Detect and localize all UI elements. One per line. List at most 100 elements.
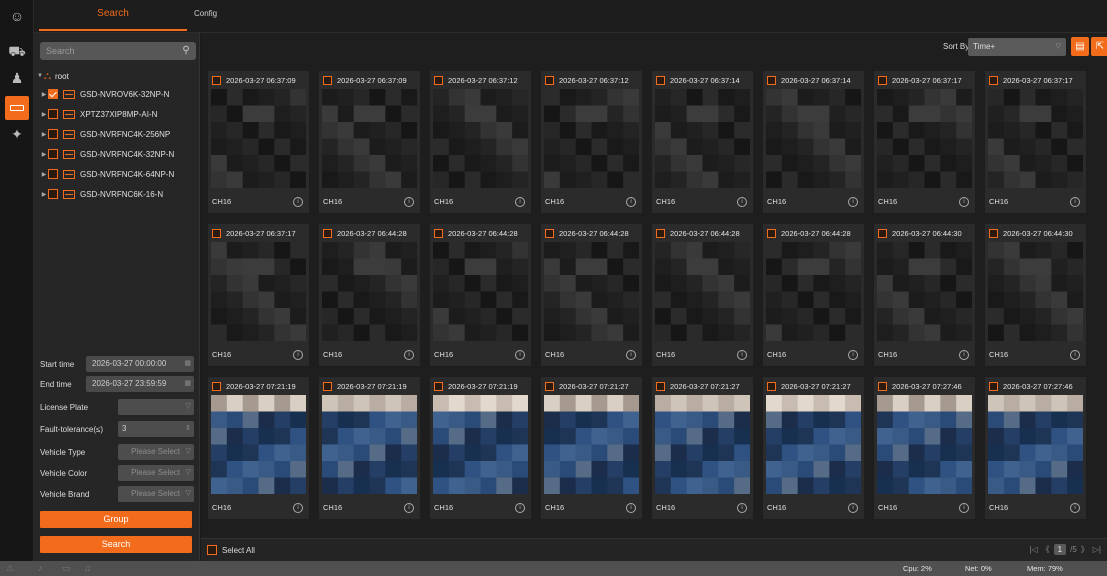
- tree-root[interactable]: ▼ ⛬ root: [36, 67, 69, 85]
- info-icon[interactable]: i: [626, 350, 636, 360]
- result-card[interactable]: 2026-03-27 07:21:19 CH16 i: [208, 377, 309, 519]
- tree-device-item[interactable]: ▶ GSD-NVRFNC4K-64NP-N: [40, 165, 174, 183]
- color-select[interactable]: Please Select ▽: [118, 465, 194, 481]
- capture-thumbnail[interactable]: [877, 242, 972, 341]
- card-checkbox[interactable]: [434, 228, 443, 238]
- capture-thumbnail[interactable]: [211, 89, 306, 188]
- capture-thumbnail[interactable]: [433, 395, 528, 494]
- result-card[interactable]: 2026-03-27 07:21:27 CH16 i: [763, 377, 864, 519]
- info-icon[interactable]: i: [515, 197, 525, 207]
- fault-stepper[interactable]: 3 ⇕: [118, 421, 194, 437]
- info-icon[interactable]: i: [848, 503, 858, 513]
- tab-config[interactable]: Config: [194, 0, 217, 33]
- result-card[interactable]: 2026-03-27 06:37:17 CH16 i: [208, 224, 309, 366]
- card-checkbox[interactable]: [878, 75, 887, 85]
- search-button[interactable]: Search: [40, 536, 192, 553]
- tab-search[interactable]: Search: [39, 0, 187, 31]
- card-checkbox[interactable]: [212, 381, 221, 391]
- bell-icon[interactable]: ♫: [84, 563, 91, 573]
- card-checkbox[interactable]: [767, 75, 776, 85]
- device-checkbox[interactable]: [48, 129, 58, 139]
- result-card[interactable]: 2026-03-27 07:21:19 CH16 i: [430, 377, 531, 519]
- prev-page-icon[interactable]: 《: [1042, 544, 1050, 555]
- result-card[interactable]: 2026-03-27 07:21:27 CH16 i: [541, 377, 642, 519]
- card-checkbox[interactable]: [545, 75, 554, 85]
- expand-right-icon[interactable]: ▶: [40, 151, 48, 158]
- device-checkbox[interactable]: [48, 89, 58, 99]
- last-page-icon[interactable]: ▷|: [1093, 545, 1101, 554]
- export-icon[interactable]: ⇱: [1091, 37, 1107, 56]
- info-icon[interactable]: i: [1070, 350, 1080, 360]
- result-card[interactable]: 2026-03-27 07:21:19 CH16 i: [319, 377, 420, 519]
- capture-thumbnail[interactable]: [544, 89, 639, 188]
- info-icon[interactable]: i: [626, 503, 636, 513]
- capture-thumbnail[interactable]: [655, 242, 750, 341]
- plate-search-icon[interactable]: [5, 96, 29, 120]
- group-button[interactable]: Group: [40, 511, 192, 528]
- current-page[interactable]: 1: [1053, 544, 1067, 555]
- type-select[interactable]: Please Select ▽: [118, 444, 194, 460]
- info-icon[interactable]: i: [293, 197, 303, 207]
- expand-right-icon[interactable]: ▶: [40, 91, 48, 98]
- capture-thumbnail[interactable]: [433, 242, 528, 341]
- card-checkbox[interactable]: [212, 75, 221, 85]
- card-checkbox[interactable]: [989, 228, 998, 238]
- result-card[interactable]: 2026-03-27 07:21:27 CH16 i: [652, 377, 753, 519]
- card-checkbox[interactable]: [545, 381, 554, 391]
- capture-thumbnail[interactable]: [655, 395, 750, 494]
- info-icon[interactable]: i: [626, 197, 636, 207]
- tree-device-item[interactable]: ▶ GSD-NVRFNC4K-32NP-N: [40, 145, 174, 163]
- result-card[interactable]: 2026-03-27 06:37:12 CH16 i: [541, 71, 642, 213]
- card-checkbox[interactable]: [323, 381, 332, 391]
- expand-right-icon[interactable]: ▶: [40, 171, 48, 178]
- capture-thumbnail[interactable]: [877, 395, 972, 494]
- next-page-icon[interactable]: 》: [1081, 544, 1089, 555]
- card-checkbox[interactable]: [989, 381, 998, 391]
- select-all-checkbox[interactable]: [207, 545, 217, 555]
- select-all[interactable]: Select All: [207, 545, 255, 555]
- info-icon[interactable]: i: [959, 503, 969, 513]
- capture-thumbnail[interactable]: [211, 242, 306, 341]
- expand-right-icon[interactable]: ▶: [40, 131, 48, 138]
- card-checkbox[interactable]: [767, 381, 776, 391]
- person-icon[interactable]: ♟: [5, 66, 29, 90]
- result-card[interactable]: 2026-03-27 07:27:46 CH16 i: [874, 377, 975, 519]
- info-icon[interactable]: i: [737, 197, 747, 207]
- tree-device-item[interactable]: ▶ GSD-NVRFNC4K-256NP: [40, 125, 170, 143]
- card-checkbox[interactable]: [656, 228, 665, 238]
- info-icon[interactable]: i: [404, 197, 414, 207]
- result-card[interactable]: 2026-03-27 06:37:12 CH16 i: [430, 71, 531, 213]
- result-card[interactable]: 2026-03-27 06:37:09 CH16 i: [319, 71, 420, 213]
- card-checkbox[interactable]: [989, 75, 998, 85]
- info-icon[interactable]: i: [848, 350, 858, 360]
- info-icon[interactable]: i: [737, 503, 747, 513]
- vehicle-icon[interactable]: ⛟: [5, 40, 29, 64]
- expand-right-icon[interactable]: ▶: [40, 191, 48, 198]
- capture-thumbnail[interactable]: [766, 395, 861, 494]
- card-checkbox[interactable]: [323, 228, 332, 238]
- result-card[interactable]: 2026-03-27 06:37:14 CH16 i: [763, 71, 864, 213]
- capture-thumbnail[interactable]: [655, 89, 750, 188]
- card-checkbox[interactable]: [878, 228, 887, 238]
- result-card[interactable]: 2026-03-27 06:44:28 CH16 i: [541, 224, 642, 366]
- card-checkbox[interactable]: [545, 228, 554, 238]
- card-checkbox[interactable]: [767, 228, 776, 238]
- info-icon[interactable]: i: [959, 197, 969, 207]
- card-checkbox[interactable]: [656, 75, 665, 85]
- capture-thumbnail[interactable]: [877, 89, 972, 188]
- first-page-icon[interactable]: |◁: [1029, 545, 1037, 554]
- result-card[interactable]: 2026-03-27 06:44:28 CH16 i: [430, 224, 531, 366]
- result-card[interactable]: 2026-03-27 06:44:30 CH16 i: [874, 224, 975, 366]
- tree-device-item[interactable]: ▶ GSD-NVROV6K-32NP-N: [40, 85, 169, 103]
- info-icon[interactable]: i: [293, 503, 303, 513]
- capture-thumbnail[interactable]: [766, 242, 861, 341]
- result-card[interactable]: 2026-03-27 06:44:28 CH16 i: [763, 224, 864, 366]
- info-icon[interactable]: i: [737, 350, 747, 360]
- capture-thumbnail[interactable]: [766, 89, 861, 188]
- capture-thumbnail[interactable]: [322, 89, 417, 188]
- card-checkbox[interactable]: [323, 75, 332, 85]
- info-icon[interactable]: i: [1070, 197, 1080, 207]
- monitor-icon[interactable]: ▭: [62, 563, 71, 574]
- info-icon[interactable]: i: [1070, 503, 1080, 513]
- device-checkbox[interactable]: [48, 109, 58, 119]
